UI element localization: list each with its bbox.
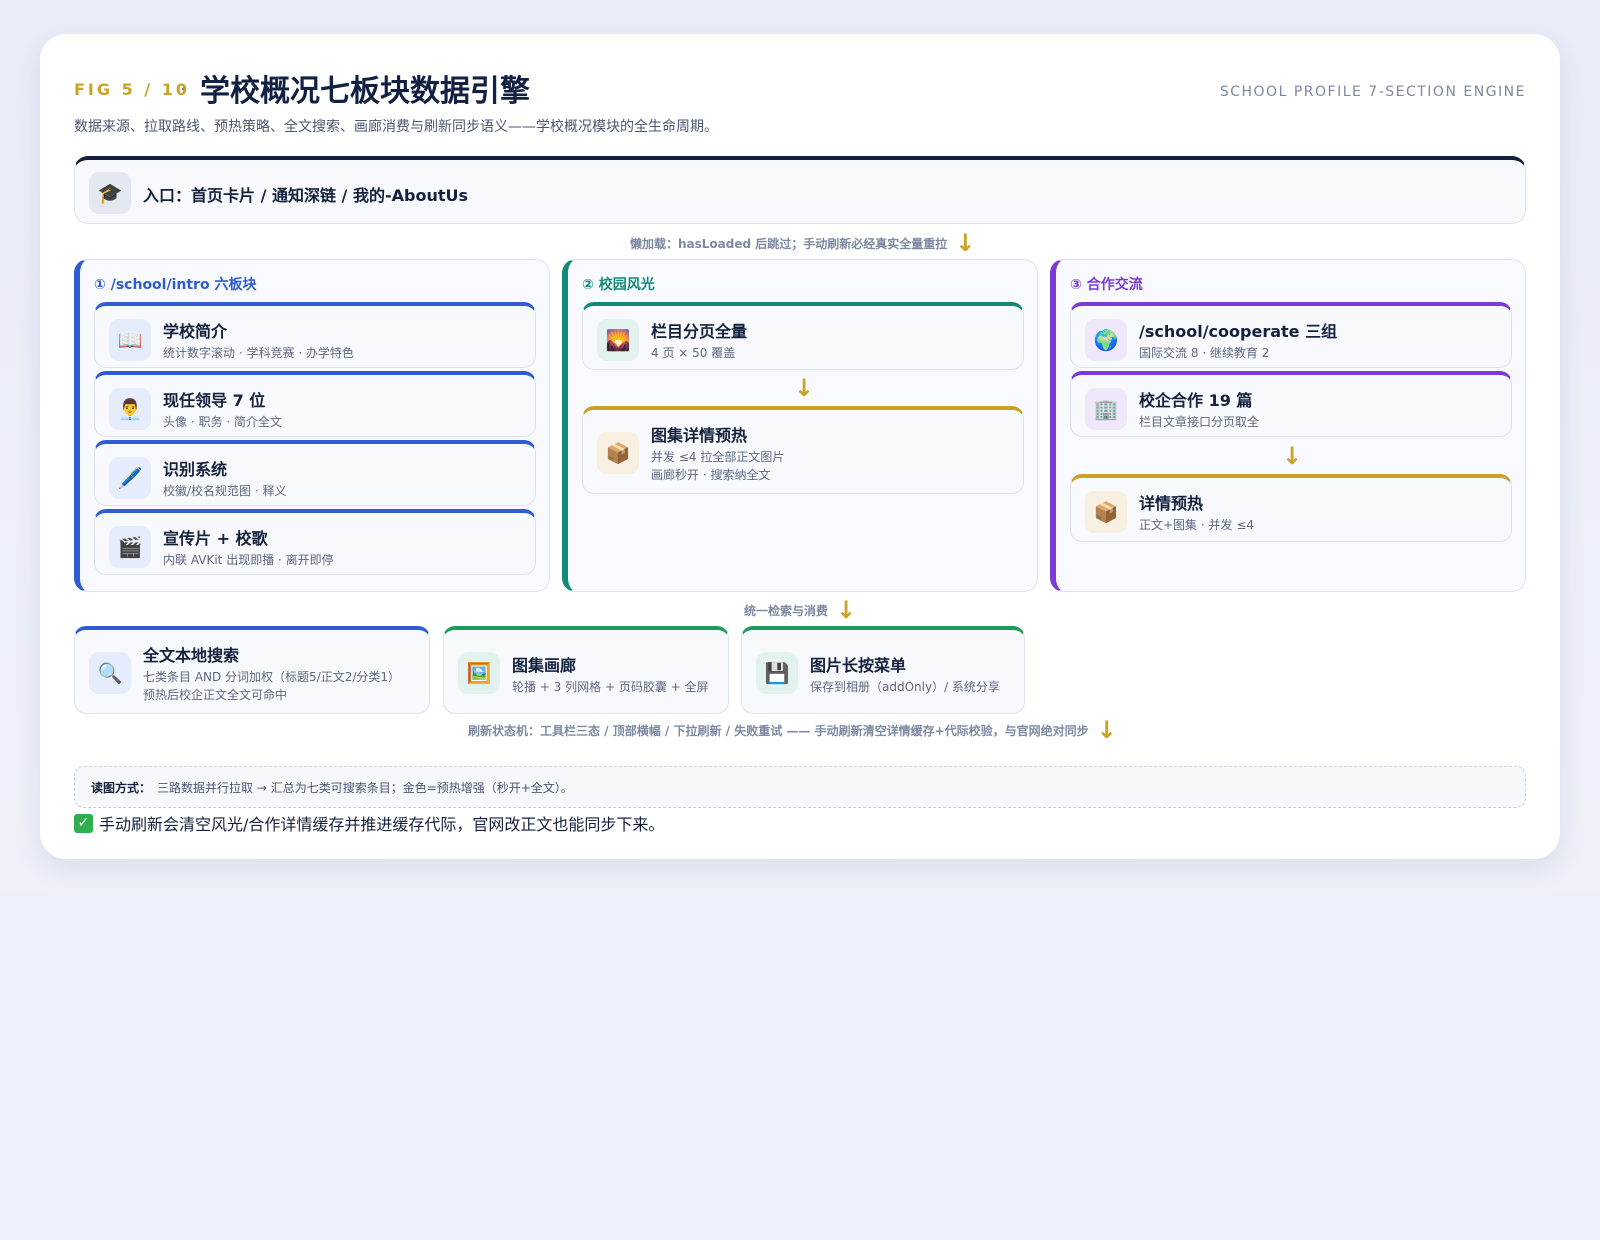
- consumer-desc: 轮播 + 3 列网格 + 页码胶囊 + 全屏: [512, 680, 709, 694]
- box-icon: 📦: [1085, 491, 1127, 533]
- landscape-icon: 🌄: [597, 319, 639, 361]
- cooperate-item-groups: 🌍 /school/cooperate 三组 国际交流 8 · 继续教育 2: [1070, 302, 1512, 368]
- box-icon: 📦: [597, 432, 639, 474]
- arrow-down-icon: ↓: [794, 374, 815, 402]
- graduation-cap-icon: 🎓: [89, 172, 131, 214]
- column-scenery-title: ② 校园风光: [582, 277, 655, 293]
- lazy-load-connector: 懒加载：hasLoaded 后跳过；手动刷新必经真实全量重拉 ↓: [630, 231, 975, 255]
- search-icon: 🔍: [89, 652, 131, 694]
- page-title: 学校概况七板块数据引擎: [200, 74, 530, 109]
- consumer-gallery: 🖼️ 图集画廊 轮播 + 3 列网格 + 页码胶囊 + 全屏: [443, 626, 729, 714]
- scenery-item-desc-2: 画廊秒开 · 搜索纳全文: [651, 468, 771, 482]
- scenery-item-title: 栏目分页全量: [651, 322, 748, 341]
- column-scenery: ② 校园风光 🌄 栏目分页全量 4 页 × 50 覆盖 ↓ 📦 图集详情预热 并…: [562, 259, 1038, 592]
- clapper-icon: 🎬: [109, 526, 151, 568]
- refresh-confirmation: ✓ 手动刷新会清空风光/合作详情缓存并推进缓存代际，官网改正文也能同步下来。: [74, 811, 664, 835]
- page-subtitle: 数据来源、拉取路线、预热策略、全文搜索、画廊消费与刷新同步语义——学校概况模块的…: [74, 119, 718, 135]
- page-background-lower: [0, 893, 1600, 1240]
- refresh-label: 刷新状态机：工具栏三态 / 顶部横幅 / 下拉刷新 / 失败重试 —— 手动刷新…: [468, 723, 1089, 738]
- unified-label: 统一检索与消费: [744, 603, 829, 618]
- consumer-desc: 保存到相册（addOnly）/ 系统分享: [810, 680, 1000, 694]
- cooperate-item-desc: 栏目文章接口分页取全: [1139, 415, 1260, 429]
- column-cooperate-title: ③ 合作交流: [1070, 277, 1143, 293]
- reading-note: 读图方式： 三路数据并行拉取 → 汇总为七类可搜索条目；金色=预热增强（秒开+全…: [74, 766, 1526, 808]
- intro-item-video: 🎬 宣传片 + 校歌 内联 AVKit 出现即播 · 离开即停: [94, 509, 536, 575]
- column-intro-title: ① /school/intro 六板块: [94, 277, 257, 293]
- unified-connector: 统一检索与消费 ↓: [744, 598, 856, 622]
- engine-label: SCHOOL PROFILE 7-SECTION ENGINE: [1219, 84, 1526, 100]
- check-icon: ✓: [74, 813, 93, 833]
- picture-icon: 🖼️: [458, 652, 500, 694]
- intro-item-desc: 校徽/校名规范图 · 释义: [163, 484, 287, 498]
- title-separator: ·: [180, 79, 186, 100]
- entry-label: 入口：首页卡片 / 通知深链 / 我的-AboutUs: [143, 186, 468, 205]
- intro-item-desc: 统计数字滚动 · 学科竞赛 · 办学特色: [163, 346, 354, 360]
- intro-item-identity: 🖊️ 识别系统 校徽/校名规范图 · 释义: [94, 440, 536, 506]
- cooperate-item-prewarm: 📦 详情预热 正文+图集 · 并发 ≤4: [1070, 474, 1512, 542]
- cooperate-item-desc: 国际交流 8 · 继续教育 2: [1139, 346, 1270, 360]
- refresh-confirmation-text: 手动刷新会清空风光/合作详情缓存并推进缓存代际，官网改正文也能同步下来。: [99, 815, 665, 834]
- cooperate-item-desc: 正文+图集 · 并发 ≤4: [1139, 518, 1255, 532]
- scenery-item-title: 图集详情预热: [651, 426, 748, 445]
- arrow-down-icon: ↓: [836, 596, 857, 624]
- consumer-title: 全文本地搜索: [143, 646, 240, 665]
- book-icon: 📖: [109, 319, 151, 361]
- consumer-search: 🔍 全文本地搜索 七类条目 AND 分词加权（标题5/正文2/分类1） 预热后校…: [74, 626, 430, 714]
- column-cooperate: ③ 合作交流 🌍 /school/cooperate 三组 国际交流 8 · 继…: [1050, 259, 1526, 592]
- arrow-down-icon: ↓: [1282, 442, 1303, 470]
- intro-item-desc: 头像 · 职务 · 简介全文: [163, 415, 282, 429]
- entry-box: 🎓 入口：首页卡片 / 通知深链 / 我的-AboutUs: [74, 156, 1526, 224]
- person-icon: 👨‍💼: [109, 388, 151, 430]
- pen-icon: 🖊️: [109, 457, 151, 499]
- cooperate-item-title: 校企合作 19 篇: [1139, 391, 1253, 410]
- consumer-title: 图片长按菜单: [810, 656, 907, 675]
- scenery-item-desc: 并发 ≤4 拉全部正文图片: [651, 450, 785, 464]
- consumer-longpress-menu: 💾 图片长按菜单 保存到相册（addOnly）/ 系统分享: [741, 626, 1025, 714]
- reading-note-text: 三路数据并行拉取 → 汇总为七类可搜索条目；金色=预热增强（秒开+全文）。: [157, 780, 573, 795]
- scenery-item-pages: 🌄 栏目分页全量 4 页 × 50 覆盖: [582, 302, 1024, 370]
- intro-item-desc: 内联 AVKit 出现即播 · 离开即停: [163, 553, 334, 567]
- cooperate-item-enterprise: 🏢 校企合作 19 篇 栏目文章接口分页取全: [1070, 371, 1512, 437]
- floppy-icon: 💾: [756, 652, 798, 694]
- scenery-item-prewarm: 📦 图集详情预热 并发 ≤4 拉全部正文图片 画廊秒开 · 搜索纳全文: [582, 406, 1024, 494]
- consumer-desc: 七类条目 AND 分词加权（标题5/正文2/分类1）: [143, 670, 401, 684]
- arrow-down-icon: ↓: [955, 229, 976, 257]
- lazy-load-label: 懒加载：hasLoaded 后跳过；手动刷新必经真实全量重拉: [630, 236, 948, 251]
- consumer-desc-2: 预热后校企正文全文可命中: [143, 688, 288, 702]
- intro-item-title: 现任领导 7 位: [163, 391, 266, 410]
- intro-item-leaders: 👨‍💼 现任领导 7 位 头像 · 职务 · 简介全文: [94, 371, 536, 437]
- intro-item-title: 学校简介: [163, 322, 228, 341]
- refresh-connector: 刷新状态机：工具栏三态 / 顶部横幅 / 下拉刷新 / 失败重试 —— 手动刷新…: [468, 718, 1117, 742]
- arrow-down-icon: ↓: [1096, 716, 1117, 744]
- consumer-title: 图集画廊: [512, 656, 577, 675]
- cooperate-item-title: 详情预热: [1139, 494, 1204, 513]
- cooperate-item-title: /school/cooperate 三组: [1139, 322, 1338, 341]
- intro-item-profile: 📖 学校简介 统计数字滚动 · 学科竞赛 · 办学特色: [94, 302, 536, 368]
- column-intro: ① /school/intro 六板块 📖 学校简介 统计数字滚动 · 学科竞赛…: [74, 259, 550, 592]
- scenery-item-desc: 4 页 × 50 覆盖: [651, 346, 736, 360]
- intro-item-title: 识别系统: [163, 460, 228, 479]
- reading-note-label: 读图方式：: [91, 780, 152, 795]
- globe-icon: 🌍: [1085, 319, 1127, 361]
- figure-label: FIG 5 / 10: [74, 80, 190, 99]
- intro-item-title: 宣传片 + 校歌: [163, 529, 268, 548]
- building-icon: 🏢: [1085, 388, 1127, 430]
